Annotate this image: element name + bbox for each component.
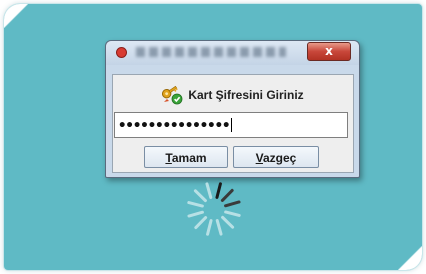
dialog-title-blurred xyxy=(136,47,286,57)
spinner-spoke xyxy=(206,219,213,236)
spinner-spoke xyxy=(205,182,213,199)
spinner-spoke xyxy=(187,210,204,218)
background-panel: x Kart Şifresini Giriniz •••••••••••••••… xyxy=(4,4,422,270)
spinner-spoke xyxy=(221,215,235,229)
spinner-spokes xyxy=(187,182,241,236)
loading-spinner-icon xyxy=(187,182,241,236)
dialog-heading: Kart Şifresini Giriniz xyxy=(113,85,353,105)
password-field[interactable]: ••••••••••••••• xyxy=(114,112,348,138)
cancel-button[interactable]: Vazgeç xyxy=(233,146,319,168)
spinner-spoke xyxy=(187,201,204,208)
cancel-button-label: azgeç xyxy=(262,151,297,165)
spinner-spoke xyxy=(220,188,234,202)
spinner-spoke xyxy=(215,182,222,199)
close-button[interactable]: x xyxy=(307,42,351,61)
dialog-heading-text: Kart Şifresini Giriniz xyxy=(188,88,304,102)
dialog-titlebar[interactable]: x xyxy=(106,41,359,65)
spinner-spoke xyxy=(224,210,241,217)
password-value: ••••••••••••••• xyxy=(118,118,230,134)
dialog-content: Kart Şifresini Giriniz ••••••••••••••• T… xyxy=(112,74,354,173)
spinner-spoke xyxy=(194,216,208,230)
spinner-spoke xyxy=(215,219,223,236)
ok-button-label: amam xyxy=(171,151,207,165)
password-dialog: x Kart Şifresini Giriniz •••••••••••••••… xyxy=(105,40,360,178)
app-icon xyxy=(116,47,127,58)
cancel-button-mnemonic: V xyxy=(255,151,263,165)
spinner-spoke xyxy=(224,200,241,208)
ok-button[interactable]: Tamam xyxy=(144,146,228,168)
key-check-icon xyxy=(162,85,183,105)
text-caret xyxy=(231,118,233,132)
spinner-spoke xyxy=(193,189,207,203)
